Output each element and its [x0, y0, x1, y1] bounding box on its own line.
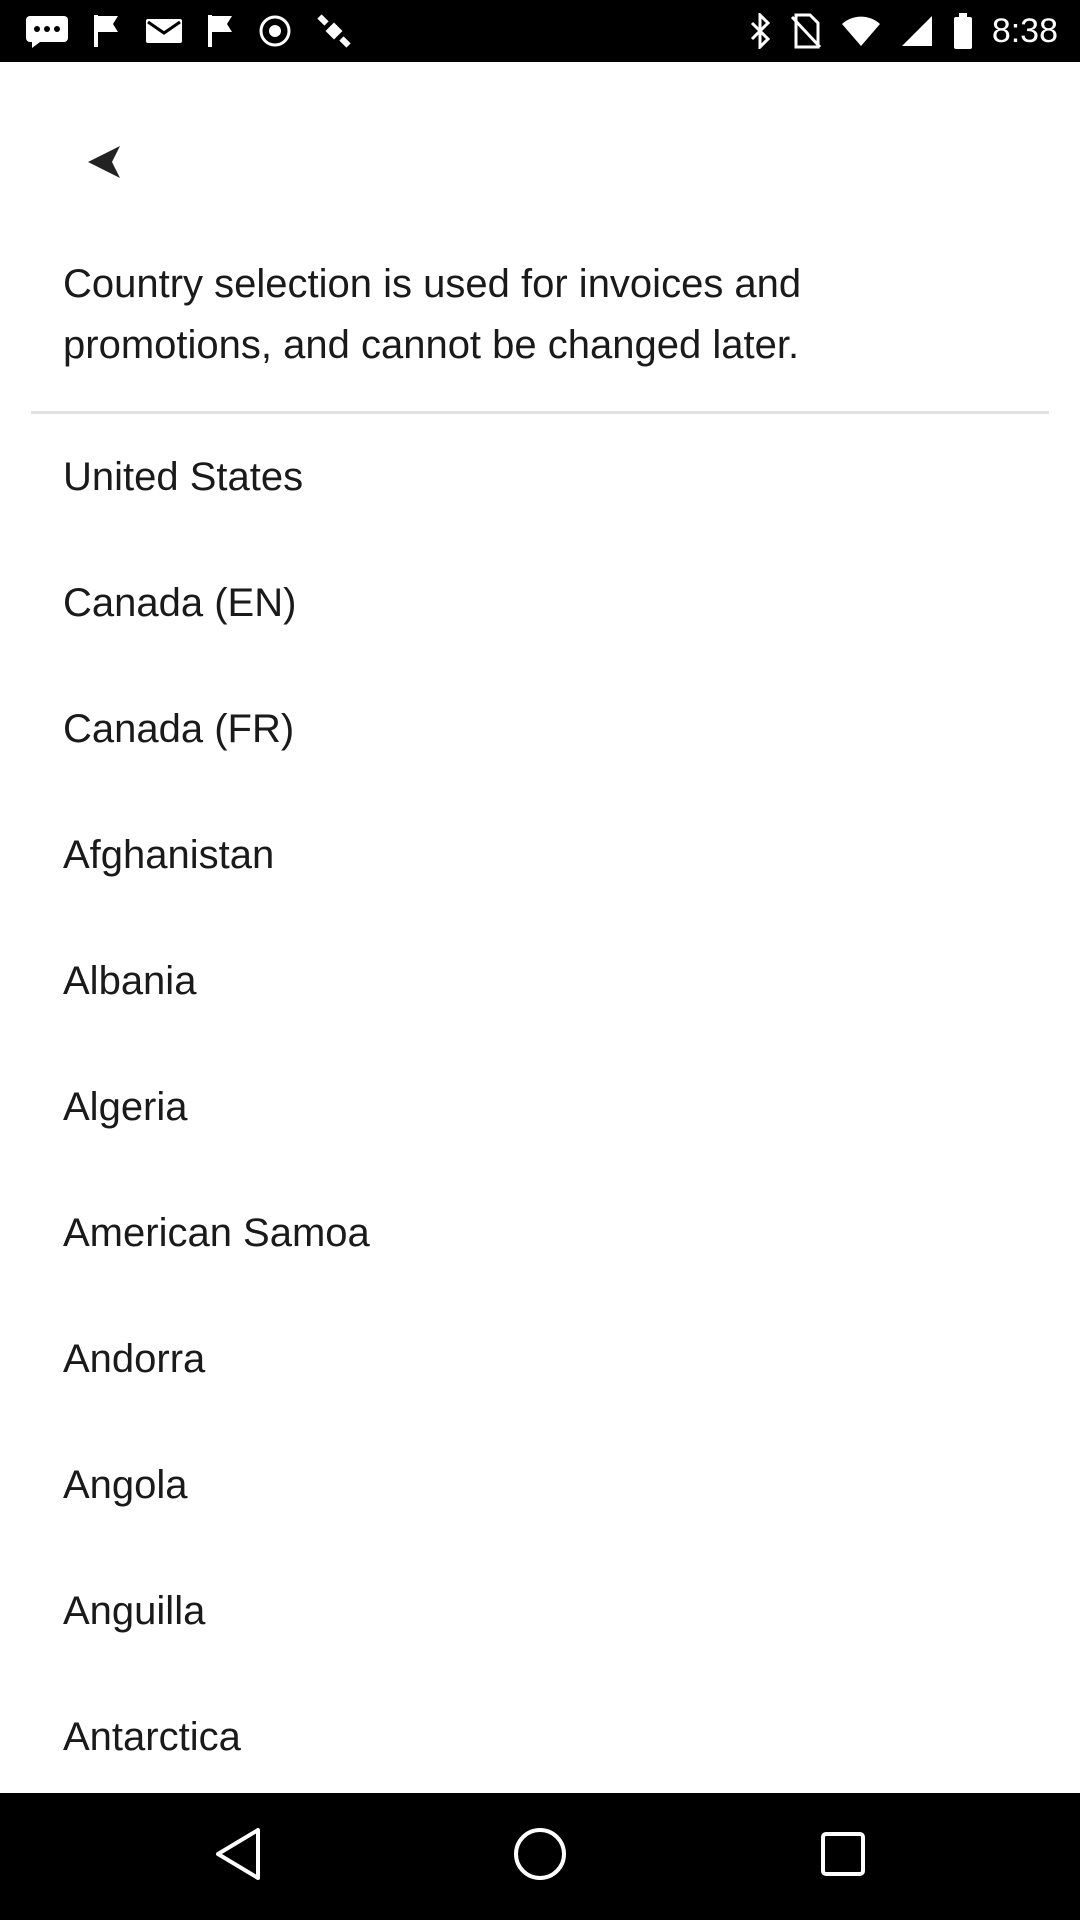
wifi-icon: [840, 14, 882, 48]
country-item-american-samoa[interactable]: American Samoa: [0, 1170, 1080, 1296]
country-item-albania[interactable]: Albania: [0, 918, 1080, 1044]
back-arrow-icon: [86, 142, 122, 187]
message-icon: [24, 14, 70, 48]
country-label: Afghanistan: [63, 832, 275, 877]
country-item-afghanistan[interactable]: Afghanistan: [0, 792, 1080, 918]
recents-square-icon: [819, 1830, 867, 1883]
nav-home-button[interactable]: [460, 1793, 620, 1920]
flag-icon: [206, 13, 236, 49]
nav-recents-button[interactable]: [763, 1793, 923, 1920]
back-triangle-icon: [212, 1826, 264, 1887]
system-icons: 8:38: [748, 10, 1058, 52]
country-label: Antarctica: [63, 1714, 241, 1759]
country-item-angola[interactable]: Angola: [0, 1422, 1080, 1548]
country-label: American Samoa: [63, 1210, 370, 1255]
country-label: Andorra: [63, 1336, 206, 1381]
country-item-canada-fr[interactable]: Canada (FR): [0, 666, 1080, 792]
no-sim-icon: [790, 13, 822, 49]
status-bar: 8:38: [0, 0, 1080, 62]
status-clock: 8:38: [991, 11, 1058, 50]
country-label: Algeria: [63, 1084, 188, 1129]
nav-back-button[interactable]: [158, 1793, 318, 1920]
country-label: Canada (EN): [63, 580, 297, 625]
country-label: Canada (FR): [63, 706, 295, 751]
mail-icon: [144, 16, 184, 46]
signal-icon: [900, 14, 934, 48]
flag-icon: [92, 13, 122, 49]
country-item-anguilla[interactable]: Anguilla: [0, 1548, 1080, 1674]
country-label: Angola: [63, 1462, 188, 1507]
country-item-andorra[interactable]: Andorra: [0, 1296, 1080, 1422]
bluetooth-icon: [748, 13, 772, 49]
back-button[interactable]: [62, 124, 146, 204]
satellite-icon: [314, 11, 354, 51]
country-label: United States: [63, 454, 304, 499]
country-item-canada-en[interactable]: Canada (EN): [0, 540, 1080, 666]
battery-icon: [952, 12, 974, 50]
country-label: Anguilla: [63, 1588, 206, 1633]
country-item-antarctica[interactable]: Antarctica: [0, 1674, 1080, 1793]
notification-icons: [24, 10, 354, 52]
home-circle-icon: [512, 1826, 568, 1887]
country-label: Albania: [63, 958, 197, 1003]
country-selection-screen: Country selection is used for invoices a…: [0, 62, 1080, 1793]
vpn-icon: [258, 14, 292, 48]
navigation-bar: [0, 1793, 1080, 1920]
country-selection-notice: Country selection is used for invoices a…: [63, 262, 802, 367]
country-list: United States Canada (EN) Canada (FR) Af…: [0, 414, 1080, 1793]
country-item-united-states[interactable]: United States: [0, 414, 1080, 540]
country-item-algeria[interactable]: Algeria: [0, 1044, 1080, 1170]
